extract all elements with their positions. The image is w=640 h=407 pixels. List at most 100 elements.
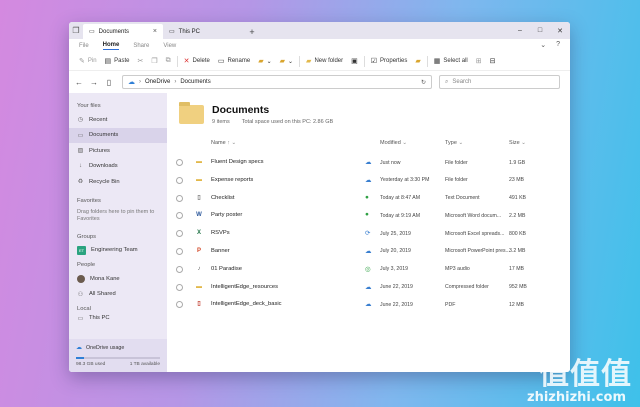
help-icon[interactable]: ?: [556, 41, 560, 49]
file-type: Microsoft Word docum...: [445, 212, 502, 219]
file-name[interactable]: Banner: [211, 248, 230, 254]
sidebar-item-engineering-team[interactable]: ET Engineering Team: [69, 243, 167, 259]
file-name[interactable]: IntelligentEdge_resources: [211, 284, 278, 290]
paste-button[interactable]: ▤ Paste: [101, 52, 134, 71]
recent-locations-icon[interactable]: ▯: [105, 78, 113, 87]
row-checkbox[interactable]: [176, 247, 183, 255]
file-name[interactable]: Checklist: [211, 195, 235, 201]
sidebar-item-mona-kane[interactable]: Mona Kane: [69, 271, 167, 287]
row-checkbox[interactable]: [176, 230, 183, 238]
row-checkbox[interactable]: [176, 283, 183, 291]
menu-tab-share[interactable]: Share: [133, 43, 149, 49]
menu-tab-file[interactable]: File: [79, 43, 89, 49]
sort-up-icon: ↑: [227, 140, 230, 146]
sidebar-item-this-pc[interactable]: ▭ This PC: [69, 315, 167, 321]
new-folder-button[interactable]: ▰ New folder: [302, 52, 347, 71]
breadcrumb-onedrive[interactable]: OneDrive: [145, 79, 170, 85]
open-icon: ▰: [415, 58, 421, 65]
close-button[interactable]: ✕: [550, 22, 570, 39]
tab-documents[interactable]: ▭ Documents ×: [83, 24, 163, 39]
invert-selection-button[interactable]: ⊟: [486, 52, 500, 71]
copy-path-icon: ⧉: [165, 57, 171, 64]
sidebar-item-recent[interactable]: ◷ Recent: [69, 112, 167, 128]
table-row[interactable]: ▬ IntelligentEdge_resources ☁ June 22, 2019…: [167, 279, 570, 297]
table-row[interactable]: P Banner ☁ July 20, 2019 Microsoft PowerPoin…: [167, 243, 570, 261]
row-checkbox[interactable]: [176, 194, 183, 202]
file-type: Microsoft PowerPoint pres...: [445, 248, 510, 255]
menu-tab-view[interactable]: View: [163, 43, 176, 49]
select-none-button[interactable]: ⊞: [472, 52, 486, 71]
usage-bar-fill: [76, 357, 85, 359]
new-tab-button[interactable]: +: [245, 24, 259, 39]
properties-button[interactable]: ☑ Properties: [367, 52, 412, 71]
chevron-down-icon[interactable]: ⌄: [540, 41, 546, 49]
sidebar-item-all-shared[interactable]: ⚇ All Shared: [69, 287, 167, 303]
row-checkbox[interactable]: [176, 212, 183, 220]
select-all-icon: ▦: [433, 58, 441, 65]
address-row: ← → ▯ ☁ › OneDrive › Documents ↻ ⌕ Searc…: [69, 71, 570, 93]
address-bar[interactable]: ☁ › OneDrive › Documents ↻: [122, 75, 432, 89]
maximize-button[interactable]: □: [530, 22, 550, 39]
column-header-size[interactable]: Size ⌄: [509, 140, 526, 146]
row-checkbox[interactable]: [176, 176, 183, 184]
forward-icon[interactable]: →: [90, 78, 98, 87]
open-button[interactable]: ▰: [411, 52, 424, 71]
group-badge: ET: [77, 245, 86, 255]
pin-button[interactable]: ✎ Pin: [75, 52, 101, 71]
available-offline-icon: ●: [365, 211, 369, 219]
file-name[interactable]: Fluent Design specs: [211, 159, 264, 165]
table-row[interactable]: W Party poster ● Today at 9:19 AM Microsoft …: [167, 207, 570, 225]
back-icon[interactable]: ←: [75, 78, 83, 87]
copy-path-button[interactable]: ⧉: [162, 52, 175, 71]
chevron-down-icon: ⌄: [521, 140, 526, 146]
delete-button[interactable]: ✕ Delete: [180, 52, 214, 71]
column-header-type[interactable]: Type ⌄: [445, 140, 463, 146]
table-row[interactable]: ▯ IntelligentEdge_deck_basic ☁ June 22, 201…: [167, 296, 570, 314]
new-item-button[interactable]: ▣: [347, 52, 362, 71]
onedrive-usage-panel[interactable]: ☁ OneDrive usage 98.3 GB used 1 TB avail…: [69, 339, 167, 372]
column-header-modified[interactable]: Modified ⌄: [380, 140, 407, 146]
menu-tab-home[interactable]: Home: [102, 42, 120, 50]
sidebar-item-pictures[interactable]: ▨ Pictures: [69, 143, 167, 159]
file-name[interactable]: IntelligentEdge_deck_basic: [211, 301, 282, 307]
copy-to-button[interactable]: ▰ ⌄: [276, 52, 297, 71]
usage-title: OneDrive usage: [86, 344, 125, 351]
cut-button[interactable]: ✂: [134, 52, 148, 71]
refresh-icon[interactable]: ↻: [421, 79, 426, 86]
table-row[interactable]: ♪ 01 Paradise ◎ July 3, 2019 MP3 audio 17 MB: [167, 261, 570, 279]
column-label: Type: [445, 140, 457, 146]
column-header-name[interactable]: Name ↑ ⌄: [211, 140, 236, 146]
search-input[interactable]: ⌕ Search: [439, 75, 560, 89]
tab-label: Documents: [98, 28, 130, 35]
breadcrumb-documents[interactable]: Documents: [180, 79, 210, 85]
table-row[interactable]: X RSVPs ⟳ July 25, 2019 Microsoft Excel spre…: [167, 225, 570, 243]
table-row[interactable]: ▬ Fluent Design specs ☁ Just now File folder…: [167, 154, 570, 172]
copy-button[interactable]: ❐: [147, 52, 161, 71]
file-size: 491 KB: [509, 195, 527, 202]
select-none-icon: ⊞: [475, 58, 482, 65]
file-name[interactable]: 01 Paradise: [211, 266, 242, 272]
file-size: 2.2 MB: [509, 212, 526, 219]
row-checkbox[interactable]: [176, 159, 183, 166]
file-name[interactable]: Party poster: [211, 212, 242, 218]
table-row[interactable]: ▬ Expense reports ☁ Yesterday at 3:30 PM Fil…: [167, 172, 570, 190]
cloud-status-icon: ☁: [365, 301, 372, 309]
file-type: File folder: [445, 177, 468, 184]
toolbar: ✎ Pin ▤ Paste ✂ ❐ ⧉ ✕ Delete ▭ Rename ▰ ⌄ ▰ ⌄ …: [69, 52, 570, 71]
scissors-icon: ✂: [137, 58, 144, 65]
file-name[interactable]: Expense reports: [211, 177, 253, 183]
row-checkbox[interactable]: [176, 265, 183, 273]
move-to-button[interactable]: ▰ ⌄: [254, 52, 275, 71]
tab-this-pc[interactable]: ▭ This PC: [163, 24, 245, 39]
sidebar-item-documents[interactable]: ▭ Documents: [69, 127, 167, 143]
rename-button[interactable]: ▭ Rename: [214, 52, 254, 71]
sidebar-item-recycle-bin[interactable]: ♻ Recycle Bin: [69, 174, 167, 190]
row-checkbox[interactable]: [176, 301, 183, 309]
select-all-button[interactable]: ▦ Select all: [430, 52, 472, 71]
minimize-button[interactable]: –: [510, 22, 530, 39]
table-row[interactable]: ▯ Checklist ● Today at 8:47 AM Text Document…: [167, 190, 570, 208]
file-name[interactable]: RSVPs: [211, 230, 230, 236]
sidebar-item-label: Engineering Team: [91, 247, 138, 254]
close-tab-icon[interactable]: ×: [153, 28, 157, 35]
sidebar-item-downloads[interactable]: ↓ Downloads: [69, 159, 167, 175]
